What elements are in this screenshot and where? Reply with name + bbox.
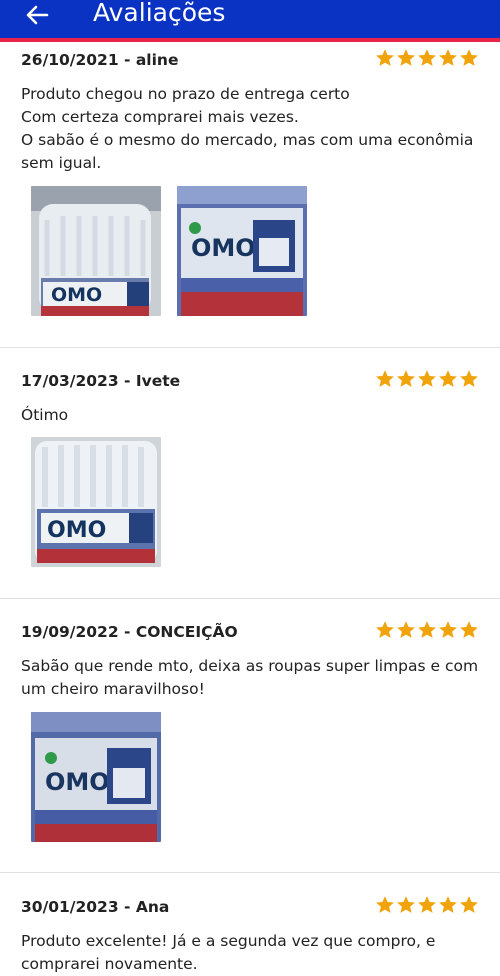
svg-text:OMO: OMO (191, 234, 256, 262)
svg-text:OMO: OMO (51, 284, 102, 306)
review-card: 30/01/2023 - Ana Produto excelente! Já e… (0, 895, 500, 976)
star-icon (396, 620, 416, 640)
review-text: Ótimo (21, 406, 69, 424)
review-header: 19/09/2022 - CONCEIÇÃO (21, 620, 481, 644)
product-photo-image: OMO (31, 186, 161, 316)
star-icon (438, 369, 458, 389)
star-icon (459, 895, 479, 915)
star-icon (375, 620, 395, 640)
star-icon (375, 48, 395, 68)
svg-text:OMO: OMO (47, 518, 106, 543)
review-photo[interactable]: OMO (31, 186, 161, 316)
review-header: 26/10/2021 - aline (21, 48, 481, 72)
review-header: 30/01/2023 - Ana (21, 895, 481, 919)
review-date-author: 30/01/2023 - Ana (21, 898, 170, 916)
review-card: 17/03/2023 - Ivete Ótimo OMO (0, 369, 500, 598)
review-photo[interactable]: OMO (177, 186, 307, 316)
svg-text:OMO: OMO (45, 768, 110, 796)
star-icon (459, 369, 479, 389)
star-icon (438, 48, 458, 68)
star-rating (375, 895, 479, 917)
product-photo-image: OMO (31, 712, 161, 842)
review-card: 26/10/2021 - aline Produto chegou no pra… (0, 48, 500, 347)
star-rating (375, 369, 479, 391)
star-icon (417, 620, 437, 640)
star-icon (459, 48, 479, 68)
back-button[interactable] (22, 0, 52, 30)
arrow-left-icon (26, 5, 49, 25)
divider (0, 347, 500, 348)
page-title: Avaliações (93, 0, 226, 27)
star-icon (417, 369, 437, 389)
product-photo-image: OMO (31, 437, 161, 567)
review-header: 17/03/2023 - Ivete (21, 369, 481, 393)
star-rating (375, 620, 479, 642)
star-icon (375, 895, 395, 915)
star-icon (459, 620, 479, 640)
star-icon (375, 369, 395, 389)
review-photo[interactable]: OMO (31, 437, 161, 567)
review-card: 19/09/2022 - CONCEIÇÃO Sabão que rende m… (0, 620, 500, 872)
review-date-author: 26/10/2021 - aline (21, 51, 179, 69)
star-icon (396, 895, 416, 915)
star-rating (375, 48, 479, 70)
star-icon (417, 895, 437, 915)
review-photo[interactable]: OMO (31, 712, 161, 842)
star-icon (396, 48, 416, 68)
star-icon (417, 48, 437, 68)
star-icon (396, 369, 416, 389)
review-date-author: 17/03/2023 - Ivete (21, 372, 181, 390)
review-date-author: 19/09/2022 - CONCEIÇÃO (21, 623, 238, 641)
review-text: Sabão que rende mto, deixa as roupas sup… (21, 657, 479, 698)
product-photo-image: OMO (177, 186, 307, 316)
divider (0, 598, 500, 599)
review-text: Produto excelente! Já e a segunda vez qu… (21, 932, 436, 973)
star-icon (438, 895, 458, 915)
star-icon (438, 620, 458, 640)
app-bar: Avaliações (0, 0, 500, 42)
review-text: Produto chegou no prazo de entrega certo… (21, 85, 474, 172)
divider (0, 872, 500, 873)
